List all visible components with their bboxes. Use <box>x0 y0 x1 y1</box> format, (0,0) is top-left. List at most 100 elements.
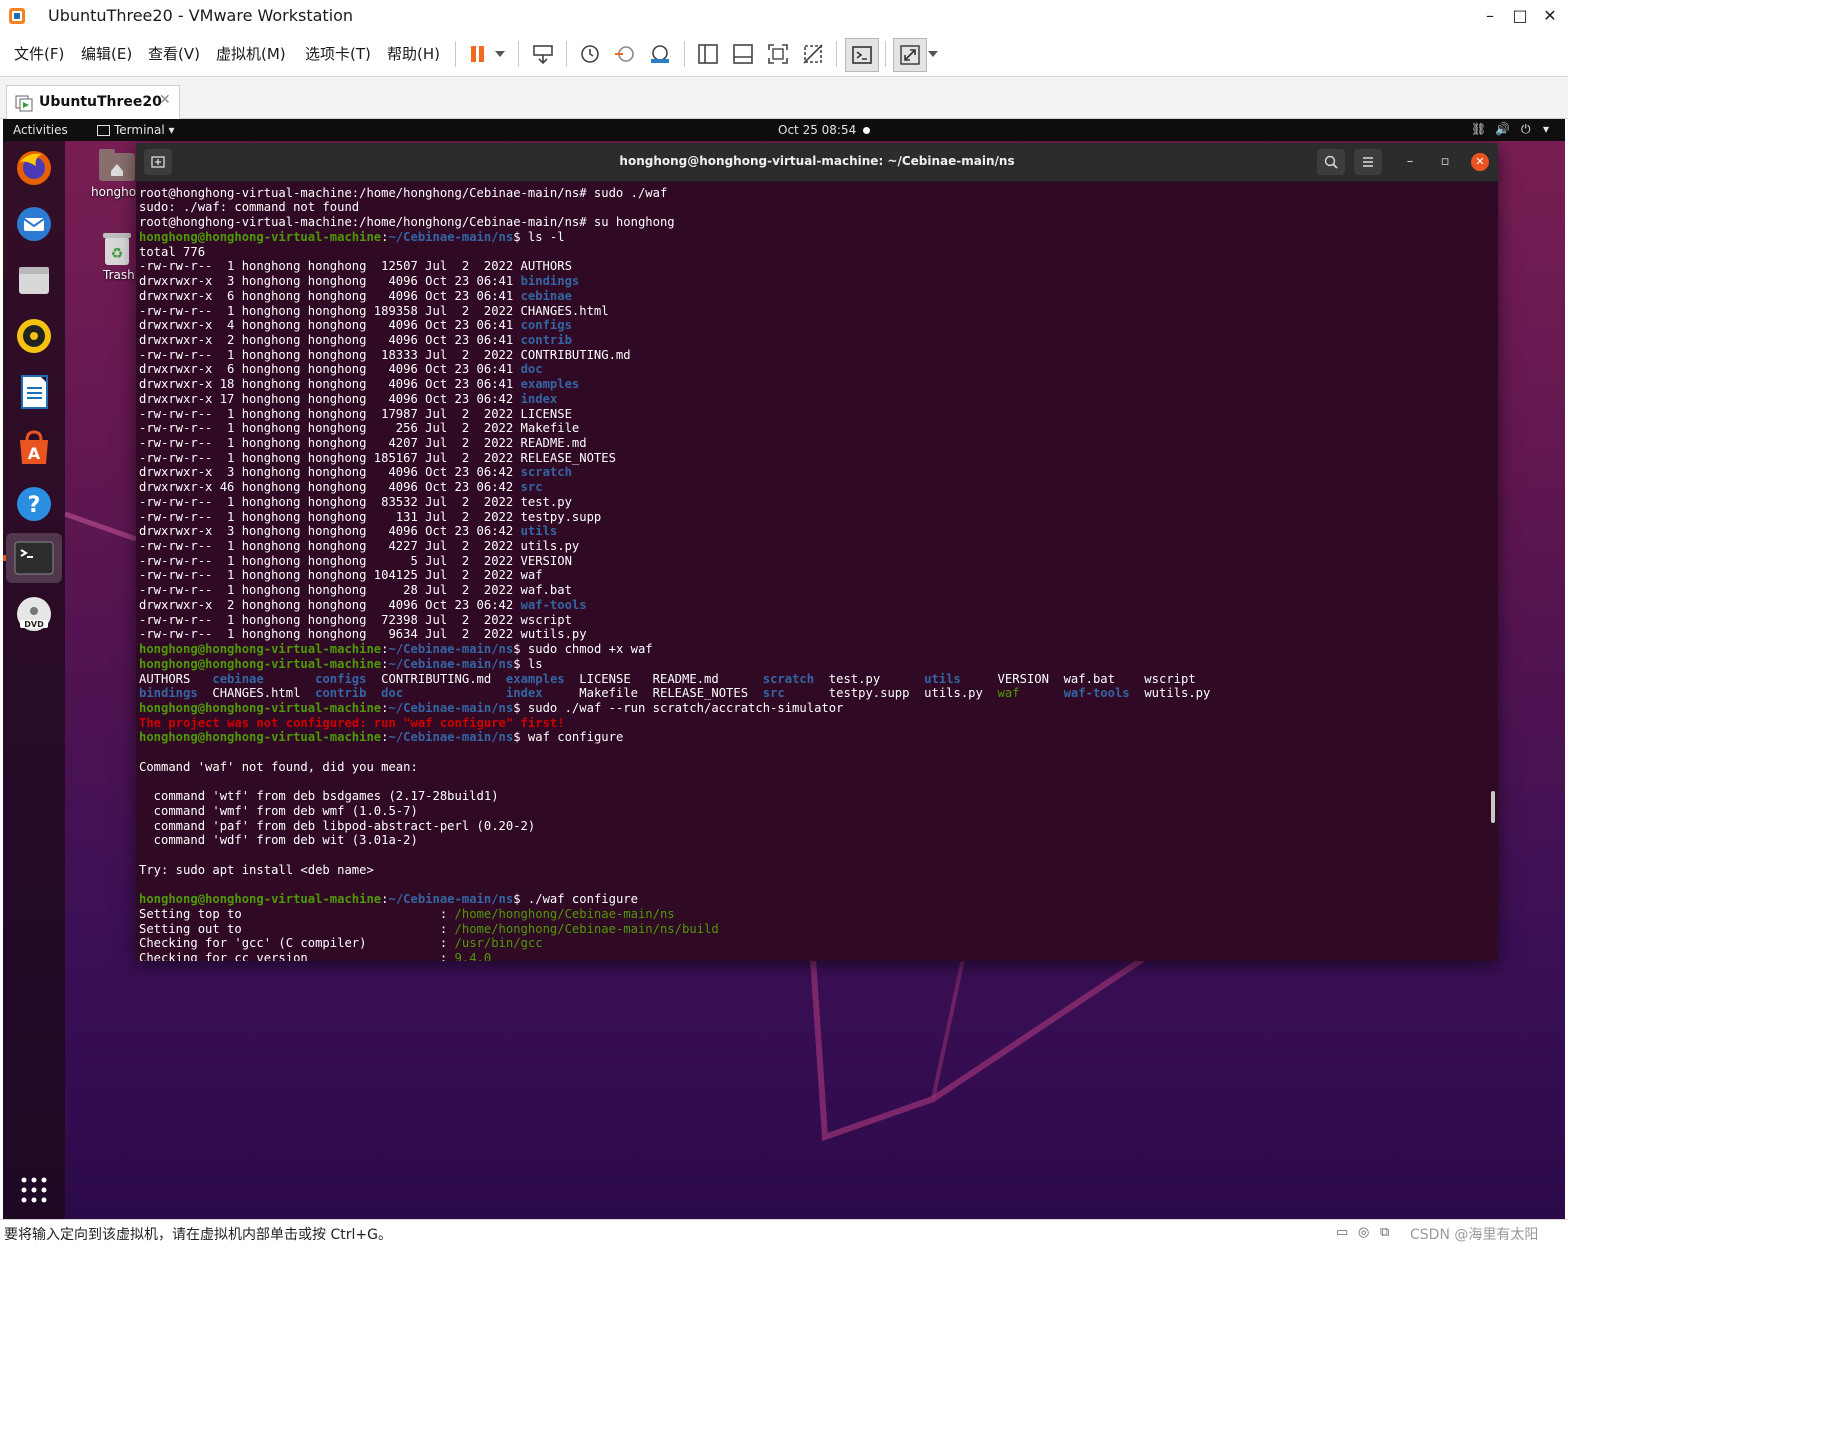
terminal-text: -rw-rw-r-- 1 honghong honghong 185167 Ju… <box>139 450 616 465</box>
terminal-text: CONTRIBUTING.md <box>366 671 506 686</box>
terminal-line: -rw-rw-r-- 1 honghong honghong 18333 Jul… <box>139 348 631 363</box>
terminal-text: ~/Cebinae-main/ns <box>388 656 514 671</box>
terminal-text: utils <box>520 524 558 539</box>
app-menu-label: Terminal <box>114 123 165 137</box>
terminal-line: drwxrwxr-x 46 honghong honghong 4096 Oct… <box>139 480 543 495</box>
toolbar-divider <box>566 41 567 67</box>
terminal-text: sudo: ./waf: command not found <box>139 200 360 215</box>
ubuntu-dock: A ? DVD <box>3 141 65 1219</box>
terminal-line: honghong@honghong-virtual-machine:~/Cebi… <box>139 730 623 745</box>
terminal-line: drwxrwxr-x 2 honghong honghong 4096 Oct … <box>139 598 587 613</box>
terminal-output[interactable]: Password:root@honghong-virtual-machine:/… <box>139 183 1479 961</box>
hdd-status-icon[interactable]: ▭ <box>1336 1225 1348 1240</box>
svg-text:?: ? <box>28 493 41 518</box>
menu-file[interactable]: 文件(F) <box>14 43 64 64</box>
writer-icon <box>21 375 48 409</box>
vm-display[interactable]: Activities Terminal ▾ Oct 25 08:54 ⛓ 🔊 ⏻… <box>3 119 1565 1219</box>
thunderbird-icon <box>17 207 51 241</box>
terminal-text: Password: <box>139 183 205 185</box>
cd-status-icon[interactable]: ◎ <box>1358 1225 1369 1240</box>
terminal-text: waf-tools <box>1063 686 1130 701</box>
window-title: UbuntuThree20 - VMware Workstation <box>48 6 354 25</box>
stretch-dropdown-button[interactable] <box>925 38 941 70</box>
terminal-text: honghong@honghong-virtual-machine <box>139 642 382 656</box>
dock-software[interactable]: A <box>12 426 56 470</box>
dock-rhythmbox[interactable] <box>12 314 56 358</box>
status-bar: 要将输入定向到该虚拟机，请在虚拟机内部单击或按 Ctrl+G。 ▭ ◎ ⧉ CS… <box>0 1219 1568 1247</box>
terminal-maximize-button[interactable]: ▫ <box>1435 152 1455 172</box>
power-dropdown-button[interactable] <box>490 38 510 70</box>
unity-mode-button[interactable] <box>797 38 829 70</box>
terminal-text: examples <box>505 671 565 686</box>
terminal-text: waf-tools <box>520 597 587 612</box>
toolbar-divider <box>455 41 456 67</box>
terminal-line: Command 'waf' not found, did you mean: <box>139 760 418 775</box>
app-store-icon: A <box>20 430 48 464</box>
terminal-text: -rw-rw-r-- 1 honghong honghong 28 Jul 2 … <box>139 583 572 598</box>
terminal-text: root@honghong-virtual-machine:/home/hong… <box>139 185 668 200</box>
power-icon[interactable]: ⏻ <box>1521 122 1531 137</box>
terminal-text: index <box>520 391 558 406</box>
app-menu[interactable]: Terminal ▾ <box>97 123 175 137</box>
dock-thunderbird[interactable] <box>12 202 56 246</box>
terminal-line: -rw-rw-r-- 1 honghong honghong 131 Jul 2… <box>139 510 601 525</box>
tab-close-icon[interactable]: ✕ <box>159 92 171 108</box>
terminal-text: drwxrwxr-x 18 honghong honghong 4096 Oct… <box>139 377 521 392</box>
minimize-button[interactable]: – <box>1476 4 1504 28</box>
snapshot-manager-button[interactable] <box>644 38 676 70</box>
dock-files[interactable] <box>12 258 56 302</box>
tab-ubuntuthree20[interactable]: UbuntuThree20 ✕ <box>6 85 180 119</box>
activities-button[interactable]: Activities <box>13 123 68 137</box>
tab-label: UbuntuThree20 <box>39 94 162 110</box>
trash-icon[interactable]: ♻ <box>102 231 132 265</box>
terminal-minimize-button[interactable]: – <box>1400 152 1420 172</box>
close-button[interactable]: ✕ <box>1536 4 1564 28</box>
menu-vm[interactable]: 虚拟机(M) <box>216 43 286 64</box>
maximize-button[interactable]: □ <box>1506 4 1534 28</box>
terminal-text: root@honghong-virtual-machine:/home/hong… <box>139 215 675 230</box>
terminal-text: drwxrwxr-x 46 honghong honghong 4096 Oct… <box>139 480 521 495</box>
terminal-text: bindings <box>520 274 580 288</box>
menu-edit[interactable]: 编辑(E) <box>81 43 132 64</box>
terminal-text: drwxrwxr-x 4 honghong honghong 4096 Oct … <box>139 318 521 333</box>
dock-firefox[interactable] <box>12 146 56 190</box>
network-icon[interactable]: ⛓ <box>1471 122 1486 136</box>
terminal-text: command 'wdf' from deb wit (3.01a-2) <box>139 833 418 848</box>
dock-dvd[interactable]: DVD <box>12 592 56 636</box>
dock-libreoffice-writer[interactable] <box>12 370 56 414</box>
trash-label: Trash <box>103 268 135 282</box>
volume-icon[interactable]: 🔊 <box>1495 122 1510 136</box>
snapshot-button[interactable] <box>574 38 606 70</box>
terminal-small-icon <box>97 125 110 136</box>
menu-view[interactable]: 查看(V) <box>148 43 200 64</box>
thumbnail-bar-button[interactable] <box>727 38 759 70</box>
network-status-icon[interactable]: ⧉ <box>1380 1225 1389 1240</box>
home-folder-icon[interactable] <box>99 149 135 181</box>
show-applications-icon[interactable] <box>20 1176 48 1204</box>
terminal-text: $ ./waf configure <box>513 892 638 907</box>
terminal-scrollbar-thumb[interactable] <box>1491 791 1495 823</box>
terminal-text: Makefile RELEASE_NOTES <box>542 686 763 701</box>
dock-help[interactable]: ? <box>12 482 56 526</box>
terminal-line: -rw-rw-r-- 1 honghong honghong 256 Jul 2… <box>139 421 579 436</box>
menu-help[interactable]: 帮助(H) <box>387 43 440 64</box>
dock-terminal[interactable] <box>12 536 56 580</box>
terminal-close-button[interactable]: ✕ <box>1471 153 1489 171</box>
terminal-text: VERSION waf.bat wscript <box>960 671 1196 686</box>
show-library-button[interactable] <box>692 38 724 70</box>
terminal-search-button[interactable] <box>1317 149 1345 175</box>
clock[interactable]: Oct 25 08:54 <box>778 123 856 137</box>
console-view-button[interactable] <box>845 38 879 72</box>
terminal-text: drwxrwxr-x 17 honghong honghong 4096 Oct… <box>139 391 521 406</box>
terminal-line: -rw-rw-r-- 1 honghong honghong 83532 Jul… <box>139 495 572 510</box>
vm-tab-strip: UbuntuThree20 ✕ <box>0 77 1568 119</box>
revert-snapshot-button[interactable] <box>609 38 641 70</box>
terminal-menu-button[interactable] <box>1354 149 1382 175</box>
fullscreen-button[interactable] <box>762 38 794 70</box>
terminal-line: -rw-rw-r-- 1 honghong honghong 9634 Jul … <box>139 627 587 642</box>
system-menu-chevron-icon[interactable]: ▾ <box>1543 122 1549 136</box>
send-ctrl-alt-del-button[interactable] <box>527 38 559 70</box>
terminal-window[interactable]: honghong@honghong-virtual-machine: ~/Ceb… <box>136 143 1498 961</box>
menu-tabs[interactable]: 选项卡(T) <box>305 43 371 64</box>
stretch-view-button[interactable] <box>893 38 927 72</box>
